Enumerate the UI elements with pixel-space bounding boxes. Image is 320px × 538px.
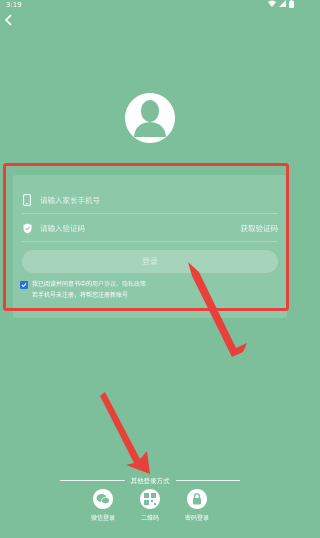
battery-icon [289, 0, 294, 11]
other-login-label: 其他登录方式 [130, 477, 170, 485]
title-line-left [60, 479, 125, 481]
chevron-left-icon [4, 14, 12, 26]
status-time: 3:19 [6, 1, 22, 9]
title-line-right [175, 479, 240, 481]
avatar [125, 93, 175, 143]
annotation-frame [3, 163, 289, 311]
qrcode-login-label: 二维码 [140, 515, 159, 522]
lock-icon [187, 489, 207, 509]
wifi-icon [268, 0, 276, 10]
password-login-label: 密码登录 [184, 515, 209, 522]
other-login-title: 其他登录方式 [60, 474, 240, 486]
user-silhouette-icon [134, 100, 166, 137]
qrcode-login-button[interactable]: 二维码 [130, 489, 170, 533]
back-button[interactable] [4, 14, 16, 28]
wechat-login-button[interactable]: 微信登录 [83, 489, 123, 533]
status-bar: 3:19 [0, 0, 300, 10]
password-login-button[interactable]: 密码登录 [177, 489, 217, 533]
signal-icon [279, 0, 286, 10]
qrcode-icon [140, 489, 160, 509]
wechat-icon [93, 489, 113, 509]
annotation-arrow-lower [100, 392, 150, 474]
wechat-login-label: 微信登录 [90, 515, 115, 522]
status-icons [268, 0, 294, 10]
